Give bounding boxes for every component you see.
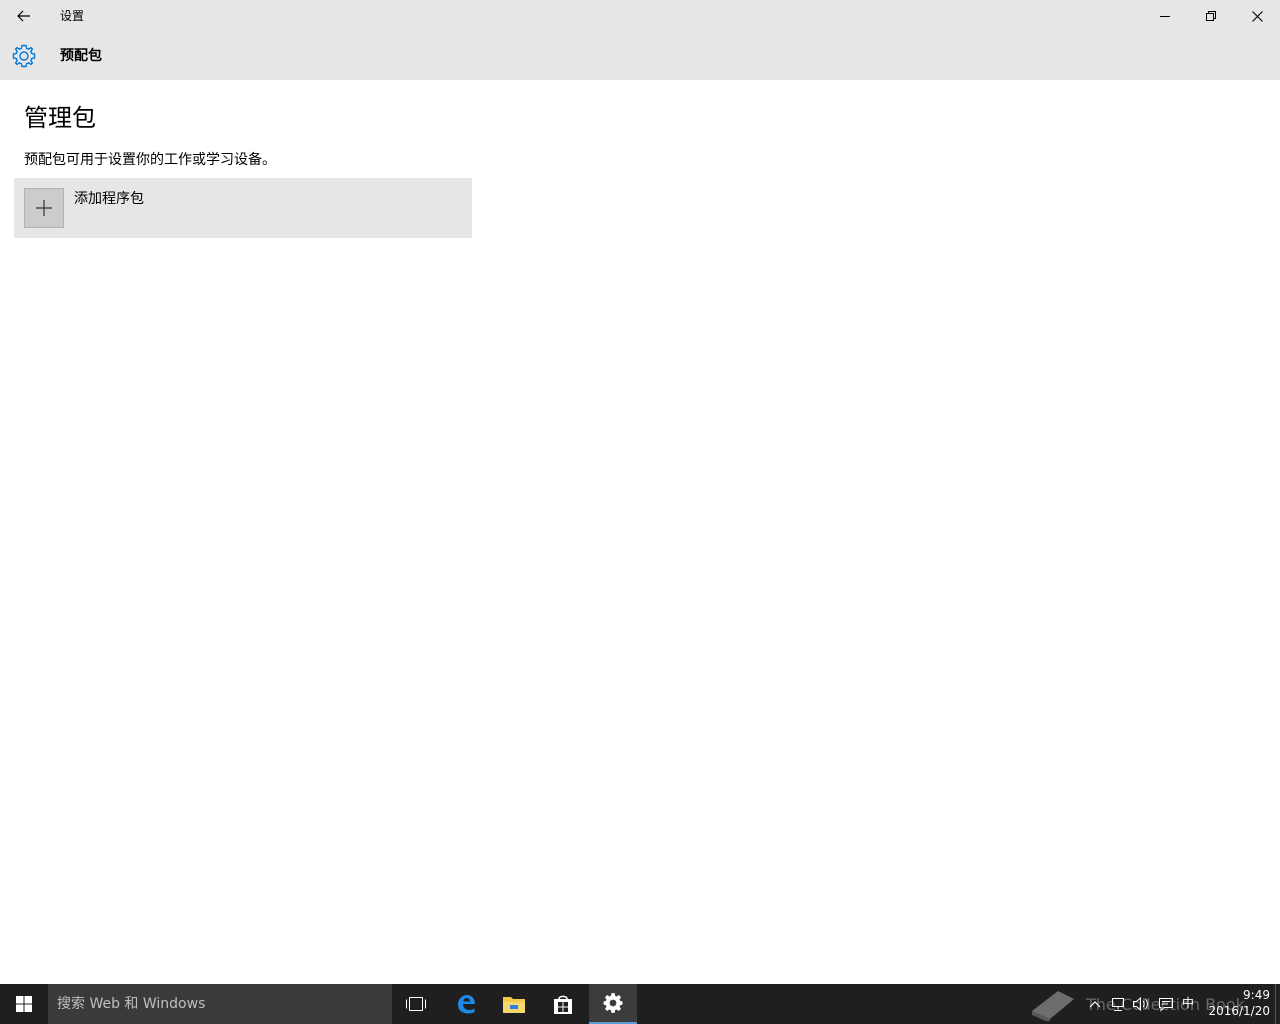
clock-time: 9:49 bbox=[1243, 988, 1270, 1002]
store-button[interactable] bbox=[539, 984, 587, 1024]
close-button[interactable] bbox=[1234, 0, 1280, 32]
file-explorer-icon bbox=[503, 997, 525, 1013]
action-center-button[interactable] bbox=[1157, 995, 1175, 1013]
section-description: 预配包可用于设置你的工作或学习设备。 bbox=[24, 152, 276, 168]
section-title: 管理包 bbox=[24, 104, 96, 132]
title-bar: 设置 预配包 bbox=[0, 0, 1280, 80]
back-button[interactable] bbox=[0, 0, 48, 32]
volume-icon bbox=[1133, 996, 1148, 1012]
book-icon bbox=[1032, 991, 1074, 1021]
ime-indicator[interactable]: 中 bbox=[1182, 994, 1194, 1012]
network-button[interactable] bbox=[1109, 995, 1127, 1013]
add-package-label: 添加程序包 bbox=[74, 191, 144, 207]
chevron-up-icon bbox=[1089, 1001, 1101, 1008]
gear-icon bbox=[12, 44, 36, 68]
taskbar: 搜索 Web 和 Windows The Collection Book 中 9… bbox=[0, 984, 1280, 1024]
window-controls bbox=[1142, 0, 1280, 32]
search-input[interactable]: 搜索 Web 和 Windows bbox=[48, 984, 392, 1024]
message-icon bbox=[1159, 998, 1173, 1012]
plus-icon bbox=[36, 200, 52, 216]
settings-icon bbox=[603, 993, 623, 1013]
settings-taskbar-button[interactable] bbox=[589, 984, 637, 1024]
file-explorer-button[interactable] bbox=[490, 984, 538, 1024]
close-icon bbox=[1251, 10, 1263, 22]
app-title: 设置 bbox=[60, 9, 85, 23]
restore-button[interactable] bbox=[1188, 0, 1234, 32]
store-icon bbox=[554, 995, 572, 1014]
restore-icon bbox=[1206, 11, 1216, 21]
task-view-button[interactable] bbox=[392, 984, 440, 1024]
volume-button[interactable] bbox=[1132, 995, 1150, 1013]
clock-date: 2016/1/20 bbox=[1208, 1004, 1270, 1018]
minimize-icon bbox=[1160, 16, 1170, 17]
add-tile bbox=[24, 188, 64, 228]
main-content: 管理包 预配包可用于设置你的工作或学习设备。 添加程序包 bbox=[0, 80, 1280, 984]
edge-button[interactable] bbox=[442, 984, 490, 1024]
show-hidden-icons-button[interactable] bbox=[1086, 995, 1104, 1013]
minimize-button[interactable] bbox=[1142, 0, 1188, 32]
edge-icon bbox=[458, 995, 475, 1014]
start-button[interactable] bbox=[0, 984, 48, 1024]
windows-logo-icon bbox=[16, 996, 32, 1012]
network-icon bbox=[1112, 998, 1124, 1011]
clock[interactable]: 9:49 2016/1/20 bbox=[1204, 987, 1270, 1019]
task-view-icon bbox=[406, 997, 426, 1011]
add-package-button[interactable]: 添加程序包 bbox=[14, 178, 472, 238]
back-arrow-icon bbox=[17, 10, 30, 22]
show-desktop-button[interactable] bbox=[1275, 984, 1280, 1024]
page-header-title: 预配包 bbox=[60, 48, 102, 64]
settings-window: 设置 预配包 管理包 预配包可用于设置你的工作或学习设备。 添加程序包 bbox=[0, 0, 1280, 984]
